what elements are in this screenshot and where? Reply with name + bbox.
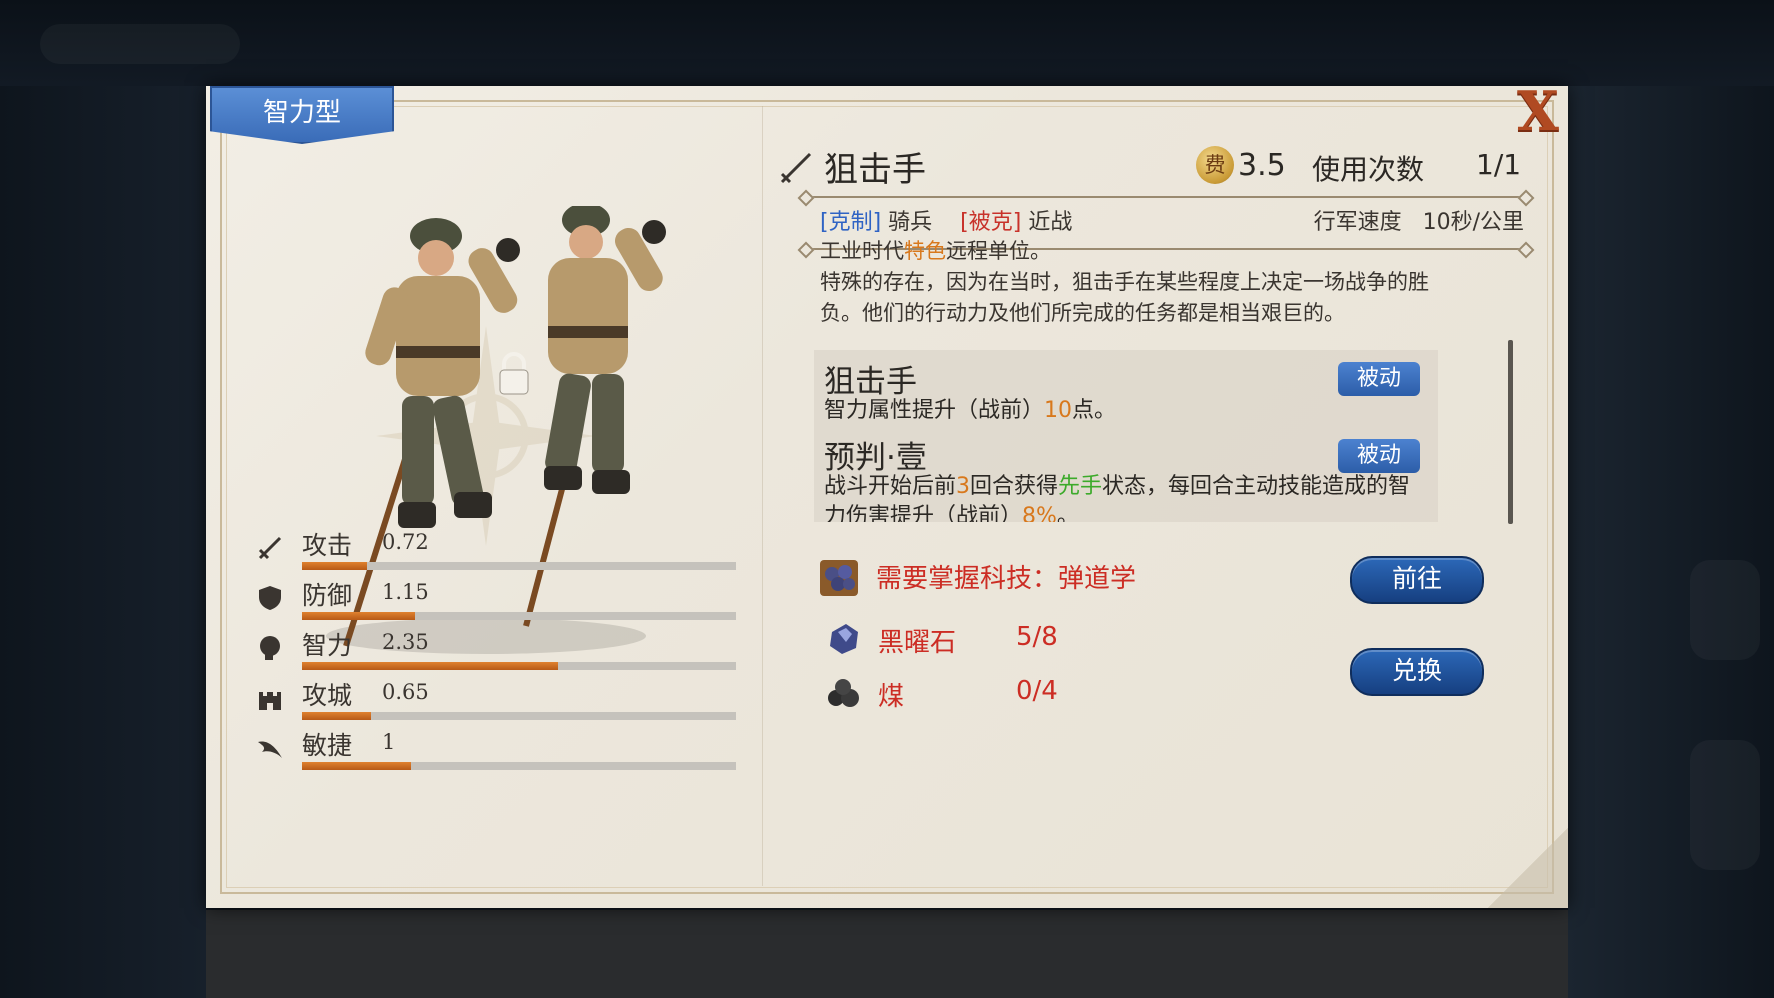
stat-row: 防御 1.15 (256, 576, 736, 626)
obsidian-icon (830, 624, 858, 654)
stat-name: 智力 (302, 631, 353, 660)
unit-name: 狙击手 (824, 150, 926, 190)
exchange-button[interactable]: 兑换 (1350, 648, 1484, 696)
countered-by-unit: 近战 (1028, 210, 1073, 235)
stat-row: 敏捷 1 (256, 726, 736, 776)
skills-list[interactable]: 狙击手 被动 智力属性提升（战前）10点。 预判·壹 被动 战斗开始后前3回合获… (814, 350, 1438, 522)
countered-tag: [被克] (960, 210, 1022, 235)
uses-count: 1/1 (1476, 148, 1522, 181)
skill-desc-text: 回合获得 (970, 474, 1059, 499)
material-name: 煤 (878, 682, 905, 712)
skill-description: 战斗开始后前3回合获得先手状态，每回合主动技能造成的智力伤害提升（战前）8%。 (824, 472, 1414, 522)
skills-scrollbar[interactable] (1508, 340, 1513, 524)
corner-decoration (1488, 828, 1568, 908)
material-row: 煤 0/4 (826, 674, 1246, 716)
stat-value: 1 (382, 730, 396, 754)
counters-tag: [克制] (820, 210, 882, 235)
stat-row: 智力 2.35 (256, 626, 736, 676)
brain-icon (256, 634, 284, 662)
material-name: 黑曜石 (878, 628, 957, 658)
march-speed-value: 10秒/公里 (1422, 210, 1524, 235)
stat-row: 攻城 0.65 (256, 676, 736, 726)
sword-icon (780, 152, 812, 184)
stat-bar-fill (302, 562, 368, 570)
stat-bar (302, 662, 736, 670)
material-row: 黑曜石 5/8 (826, 620, 1246, 662)
panel-divider (762, 106, 763, 886)
background-ghost (40, 24, 240, 64)
desc-highlight: 特色 (904, 239, 946, 263)
skill-desc-number: 3 (956, 474, 971, 499)
march-speed-label: 行军速度 (1313, 210, 1402, 235)
skill-name: 预判·壹 (824, 440, 927, 476)
skill-desc-number: 10 (1044, 398, 1073, 423)
material-count: 5/8 (1016, 622, 1058, 652)
close-button[interactable]: X (1508, 84, 1568, 142)
tech-icon (820, 560, 858, 596)
stat-name: 防御 (302, 581, 353, 610)
stat-value: 2.35 (382, 630, 429, 654)
wing-icon (256, 734, 284, 762)
stat-value: 0.72 (382, 530, 429, 554)
background-top (0, 0, 1774, 86)
stat-bar (302, 562, 736, 570)
material-count: 0/4 (1016, 676, 1058, 706)
unit-detail-panel: 智力型 X 攻击 0.72 防御 1.15 智力 2.35 攻城 0.65 敏捷… (206, 84, 1568, 908)
stat-name: 敏捷 (302, 731, 353, 760)
background-left (0, 86, 206, 998)
skill-desc-text: 。 (1056, 504, 1079, 522)
lock-icon (499, 352, 529, 395)
uses-label: 使用次数 (1312, 153, 1425, 186)
unit-title-row: 狙击手 费 3.5 使用次数 1/1 (766, 142, 1530, 192)
stat-bar (302, 612, 736, 620)
stat-row: 攻击 0.72 (256, 526, 736, 576)
stat-name: 攻城 (302, 681, 353, 710)
stat-bar-fill (302, 762, 411, 770)
goto-button[interactable]: 前往 (1350, 556, 1484, 604)
march-speed: 行军速度 10秒/公里 (1314, 204, 1524, 236)
stat-name: 攻击 (302, 531, 353, 560)
header-rule (806, 196, 1526, 198)
unit-type-tag: 智力型 (210, 86, 394, 144)
skill-desc-number: 8% (1022, 504, 1057, 522)
background-bottom (206, 910, 1568, 998)
unit-description: 工业时代特色远程单位。 特殊的存在，因为在当时，狙击手在某些程度上决定一场战争的… (820, 236, 1460, 329)
skill-desc-text: 点。 (1072, 398, 1117, 423)
background-ghost (1690, 560, 1760, 660)
stat-bar-fill (302, 612, 415, 620)
tech-requirement: 需要掌握科技：弹道学 (876, 564, 1137, 594)
background-ghost (1690, 740, 1760, 870)
skill-passive-badge: 被动 (1338, 439, 1420, 473)
stat-value: 1.15 (382, 580, 429, 604)
castle-icon (256, 684, 284, 712)
skill-passive-badge: 被动 (1338, 362, 1420, 396)
stat-value: 0.65 (382, 680, 429, 704)
coal-icon (828, 679, 859, 707)
skill-desc-keyword: 先手 (1058, 474, 1103, 499)
counters-unit: 骑兵 (888, 210, 933, 235)
counter-row: [克制] 骑兵 [被克] 近战 行军速度 10秒/公里 (820, 204, 1530, 240)
skill-desc-text: 智力属性提升（战前） (824, 398, 1045, 423)
desc-text: 远程单位。 (946, 239, 1051, 263)
skill-description: 智力属性提升（战前）10点。 (824, 396, 1414, 426)
skill-name: 狙击手 (824, 364, 917, 400)
desc-text: 特殊的存在，因为在当时，狙击手在某些程度上决定一场战争的胜负。他们的行动力及他们… (820, 270, 1429, 325)
shield-icon (256, 584, 284, 612)
sword-icon (256, 534, 284, 562)
stat-bar (302, 762, 736, 770)
stat-bar (302, 712, 736, 720)
stat-bar-fill (302, 662, 559, 670)
stat-bar-fill (302, 712, 372, 720)
unit-cost: 3.5 (1238, 148, 1286, 183)
desc-text: 工业时代 (820, 239, 904, 263)
skill-desc-text: 战斗开始后前 (824, 474, 957, 499)
cost-coin-icon: 费 (1196, 146, 1234, 184)
